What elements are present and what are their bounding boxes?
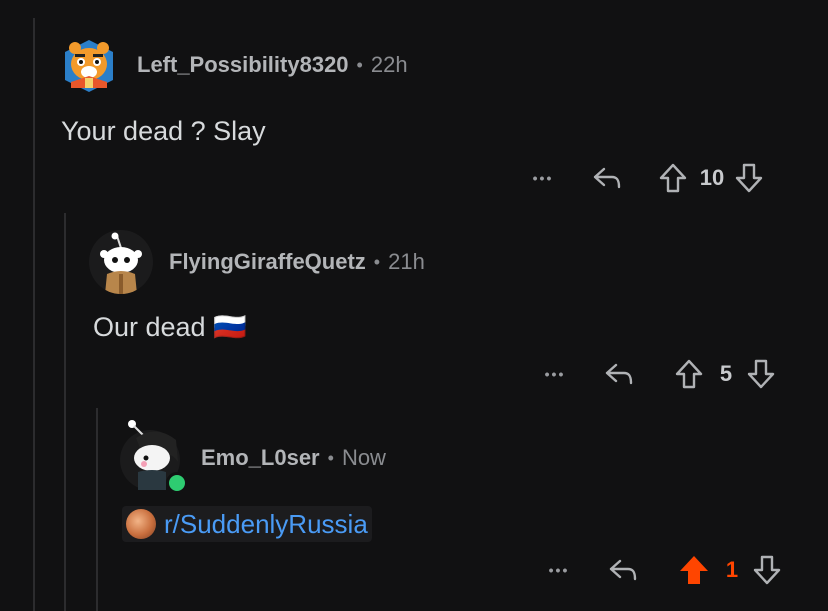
timestamp: Now <box>341 445 386 470</box>
comment-body: Our dead 🇷🇺 <box>93 312 247 342</box>
downvote-icon <box>747 359 775 389</box>
more-options-button[interactable]: ••• <box>528 170 558 186</box>
upvote-button[interactable] <box>658 162 688 194</box>
reply-icon <box>609 559 637 581</box>
avatar[interactable] <box>59 36 119 96</box>
vote-count: 10 <box>699 165 725 190</box>
more-options-button[interactable]: ••• <box>544 562 574 578</box>
username[interactable]: FlyingGiraffeQuetz <box>169 249 366 275</box>
upvote-button-active[interactable] <box>678 554 710 586</box>
comment-meta: FlyingGiraffeQuetz • 21h <box>169 249 425 275</box>
username[interactable]: Left_Possibility8320 <box>137 52 349 78</box>
avatar[interactable] <box>120 418 188 494</box>
comment-thread: Left_Possibility8320 • 22h Your dead ? S… <box>0 0 828 611</box>
reply-button[interactable] <box>592 165 622 191</box>
downvote-button[interactable] <box>752 554 782 586</box>
tiger-avatar-icon <box>65 40 113 92</box>
subreddit-icon <box>126 509 156 539</box>
timestamp: 21h <box>388 249 425 274</box>
subreddit-link[interactable]: r/SuddenlyRussia <box>164 509 368 540</box>
separator-dot: • <box>373 251 381 272</box>
comment-actions: ••• 10 <box>528 158 764 198</box>
vote-count: 5 <box>719 361 733 386</box>
upvote-icon <box>675 359 703 389</box>
separator-dot: • <box>356 54 363 75</box>
downvote-button[interactable] <box>734 162 764 194</box>
thread-line-3[interactable] <box>96 408 98 611</box>
thread-line-2[interactable] <box>64 213 66 611</box>
upvote-button[interactable] <box>674 358 704 390</box>
upvote-filled-icon <box>680 556 708 584</box>
online-status-indicator <box>166 472 188 494</box>
reply-button[interactable] <box>604 361 634 387</box>
timestamp: 22h <box>370 52 408 77</box>
subreddit-link-chip[interactable]: r/SuddenlyRussia <box>122 506 372 542</box>
downvote-icon <box>753 555 781 585</box>
comment-meta: Emo_L0ser • Now <box>201 445 386 471</box>
comment-body: Your dead ? Slay <box>61 116 266 146</box>
vote-count: 1 <box>725 557 739 582</box>
reply-icon <box>605 363 633 385</box>
comment-meta: Left_Possibility8320 • 22h <box>137 52 408 78</box>
snoo-avatar-icon <box>89 230 153 294</box>
downvote-button[interactable] <box>746 358 776 390</box>
upvote-icon <box>659 163 687 193</box>
username[interactable]: Emo_L0ser <box>201 445 320 471</box>
reply-icon <box>593 167 621 189</box>
reply-button[interactable] <box>608 557 638 583</box>
comment-actions: ••• 5 <box>540 354 776 394</box>
more-options-button[interactable]: ••• <box>540 366 570 382</box>
separator-dot: • <box>327 447 334 468</box>
thread-line-1[interactable] <box>33 18 35 611</box>
downvote-icon <box>735 163 763 193</box>
comment-actions: ••• 1 <box>544 550 782 590</box>
avatar[interactable] <box>89 230 153 294</box>
